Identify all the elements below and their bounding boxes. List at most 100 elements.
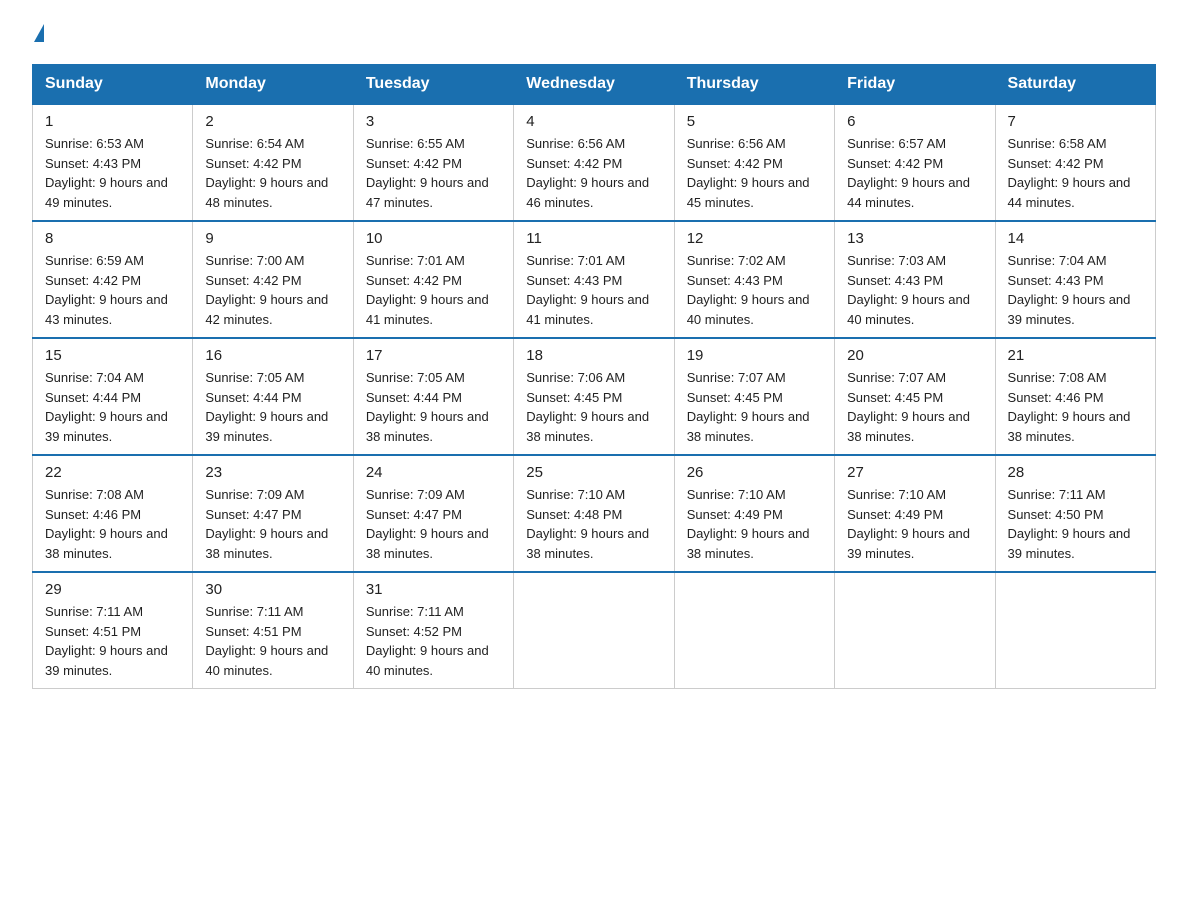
day-number: 17 bbox=[366, 347, 501, 364]
day-info: Sunrise: 6:58 AMSunset: 4:42 PMDaylight:… bbox=[1008, 134, 1143, 212]
calendar-cell bbox=[674, 572, 834, 689]
calendar-week-row: 15 Sunrise: 7:04 AMSunset: 4:44 PMDayligh… bbox=[33, 338, 1156, 455]
day-info: Sunrise: 7:00 AMSunset: 4:42 PMDaylight:… bbox=[205, 251, 340, 329]
calendar-cell: 29 Sunrise: 7:11 AMSunset: 4:51 PMDayligh… bbox=[33, 572, 193, 689]
day-info: Sunrise: 7:07 AMSunset: 4:45 PMDaylight:… bbox=[687, 368, 822, 446]
calendar-week-row: 8 Sunrise: 6:59 AMSunset: 4:42 PMDaylight… bbox=[33, 221, 1156, 338]
day-number: 27 bbox=[847, 464, 982, 481]
day-number: 14 bbox=[1008, 230, 1143, 247]
calendar-header-friday: Friday bbox=[835, 65, 995, 105]
day-info: Sunrise: 7:10 AMSunset: 4:49 PMDaylight:… bbox=[687, 485, 822, 563]
day-info: Sunrise: 7:03 AMSunset: 4:43 PMDaylight:… bbox=[847, 251, 982, 329]
calendar-cell: 20 Sunrise: 7:07 AMSunset: 4:45 PMDayligh… bbox=[835, 338, 995, 455]
day-info: Sunrise: 7:11 AMSunset: 4:51 PMDaylight:… bbox=[205, 602, 340, 680]
day-number: 26 bbox=[687, 464, 822, 481]
calendar-cell: 21 Sunrise: 7:08 AMSunset: 4:46 PMDayligh… bbox=[995, 338, 1155, 455]
day-info: Sunrise: 7:11 AMSunset: 4:51 PMDaylight:… bbox=[45, 602, 180, 680]
calendar-cell: 8 Sunrise: 6:59 AMSunset: 4:42 PMDaylight… bbox=[33, 221, 193, 338]
day-number: 28 bbox=[1008, 464, 1143, 481]
day-number: 7 bbox=[1008, 113, 1143, 130]
day-number: 21 bbox=[1008, 347, 1143, 364]
day-info: Sunrise: 7:05 AMSunset: 4:44 PMDaylight:… bbox=[205, 368, 340, 446]
calendar-header: SundayMondayTuesdayWednesdayThursdayFrid… bbox=[33, 65, 1156, 105]
calendar-cell: 26 Sunrise: 7:10 AMSunset: 4:49 PMDayligh… bbox=[674, 455, 834, 572]
day-info: Sunrise: 7:07 AMSunset: 4:45 PMDaylight:… bbox=[847, 368, 982, 446]
calendar-cell: 14 Sunrise: 7:04 AMSunset: 4:43 PMDayligh… bbox=[995, 221, 1155, 338]
calendar-cell: 16Sunrise: 7:05 AMSunset: 4:44 PMDayligh… bbox=[193, 338, 353, 455]
day-info: Sunrise: 6:56 AMSunset: 4:42 PMDaylight:… bbox=[687, 134, 822, 212]
calendar-cell: 11 Sunrise: 7:01 AMSunset: 4:43 PMDayligh… bbox=[514, 221, 674, 338]
day-info: Sunrise: 7:09 AMSunset: 4:47 PMDaylight:… bbox=[366, 485, 501, 563]
calendar-week-row: 1 Sunrise: 6:53 AMSunset: 4:43 PMDaylight… bbox=[33, 104, 1156, 221]
day-info: Sunrise: 7:05 AMSunset: 4:44 PMDaylight:… bbox=[366, 368, 501, 446]
calendar-cell: 2Sunrise: 6:54 AMSunset: 4:42 PMDaylight… bbox=[193, 104, 353, 221]
calendar-cell: 17 Sunrise: 7:05 AMSunset: 4:44 PMDayligh… bbox=[353, 338, 513, 455]
day-info: Sunrise: 7:04 AMSunset: 4:43 PMDaylight:… bbox=[1008, 251, 1143, 329]
calendar-cell bbox=[995, 572, 1155, 689]
day-info: Sunrise: 7:06 AMSunset: 4:45 PMDaylight:… bbox=[526, 368, 661, 446]
day-number: 15 bbox=[45, 347, 180, 364]
calendar-header-sunday: Sunday bbox=[33, 65, 193, 105]
calendar-cell: 22 Sunrise: 7:08 AMSunset: 4:46 PMDayligh… bbox=[33, 455, 193, 572]
calendar-cell bbox=[514, 572, 674, 689]
logo bbox=[32, 24, 44, 46]
day-number: 23 bbox=[205, 464, 340, 481]
calendar-cell: 6 Sunrise: 6:57 AMSunset: 4:42 PMDaylight… bbox=[835, 104, 995, 221]
calendar-cell: 5 Sunrise: 6:56 AMSunset: 4:42 PMDaylight… bbox=[674, 104, 834, 221]
calendar-cell: 28 Sunrise: 7:11 AMSunset: 4:50 PMDayligh… bbox=[995, 455, 1155, 572]
day-number: 4 bbox=[526, 113, 661, 130]
day-number: 9 bbox=[205, 230, 340, 247]
day-number: 22 bbox=[45, 464, 180, 481]
calendar-header-saturday: Saturday bbox=[995, 65, 1155, 105]
day-number: 30 bbox=[205, 581, 340, 598]
calendar-body: 1 Sunrise: 6:53 AMSunset: 4:43 PMDaylight… bbox=[33, 104, 1156, 689]
calendar-cell bbox=[835, 572, 995, 689]
day-number: 8 bbox=[45, 230, 180, 247]
day-info: Sunrise: 6:59 AMSunset: 4:42 PMDaylight:… bbox=[45, 251, 180, 329]
day-number: 18 bbox=[526, 347, 661, 364]
day-number: 5 bbox=[687, 113, 822, 130]
calendar-cell: 27Sunrise: 7:10 AMSunset: 4:49 PMDayligh… bbox=[835, 455, 995, 572]
day-info: Sunrise: 7:10 AMSunset: 4:48 PMDaylight:… bbox=[526, 485, 661, 563]
day-number: 31 bbox=[366, 581, 501, 598]
day-info: Sunrise: 7:08 AMSunset: 4:46 PMDaylight:… bbox=[45, 485, 180, 563]
calendar-cell: 24 Sunrise: 7:09 AMSunset: 4:47 PMDayligh… bbox=[353, 455, 513, 572]
calendar-cell: 31 Sunrise: 7:11 AMSunset: 4:52 PMDayligh… bbox=[353, 572, 513, 689]
day-info: Sunrise: 6:53 AMSunset: 4:43 PMDaylight:… bbox=[45, 134, 180, 212]
day-number: 24 bbox=[366, 464, 501, 481]
day-info: Sunrise: 7:01 AMSunset: 4:43 PMDaylight:… bbox=[526, 251, 661, 329]
calendar-cell: 15 Sunrise: 7:04 AMSunset: 4:44 PMDayligh… bbox=[33, 338, 193, 455]
logo-triangle-icon bbox=[34, 24, 44, 42]
calendar-header-monday: Monday bbox=[193, 65, 353, 105]
day-info: Sunrise: 7:09 AMSunset: 4:47 PMDaylight:… bbox=[205, 485, 340, 563]
day-info: Sunrise: 7:08 AMSunset: 4:46 PMDaylight:… bbox=[1008, 368, 1143, 446]
calendar-table: SundayMondayTuesdayWednesdayThursdayFrid… bbox=[32, 64, 1156, 689]
day-info: Sunrise: 6:56 AMSunset: 4:42 PMDaylight:… bbox=[526, 134, 661, 212]
calendar-cell: 10 Sunrise: 7:01 AMSunset: 4:42 PMDayligh… bbox=[353, 221, 513, 338]
calendar-cell: 7 Sunrise: 6:58 AMSunset: 4:42 PMDaylight… bbox=[995, 104, 1155, 221]
day-number: 19 bbox=[687, 347, 822, 364]
day-info: Sunrise: 7:11 AMSunset: 4:50 PMDaylight:… bbox=[1008, 485, 1143, 563]
day-number: 1 bbox=[45, 113, 180, 130]
day-number: 11 bbox=[526, 230, 661, 247]
day-number: 25 bbox=[526, 464, 661, 481]
calendar-cell: 18 Sunrise: 7:06 AMSunset: 4:45 PMDayligh… bbox=[514, 338, 674, 455]
calendar-cell: 30 Sunrise: 7:11 AMSunset: 4:51 PMDayligh… bbox=[193, 572, 353, 689]
calendar-cell: 13 Sunrise: 7:03 AMSunset: 4:43 PMDayligh… bbox=[835, 221, 995, 338]
day-info: Sunrise: 7:11 AMSunset: 4:52 PMDaylight:… bbox=[366, 602, 501, 680]
day-number: 6 bbox=[847, 113, 982, 130]
calendar-cell: 19 Sunrise: 7:07 AMSunset: 4:45 PMDayligh… bbox=[674, 338, 834, 455]
calendar-header-tuesday: Tuesday bbox=[353, 65, 513, 105]
calendar-cell: 12Sunrise: 7:02 AMSunset: 4:43 PMDayligh… bbox=[674, 221, 834, 338]
header bbox=[32, 24, 1156, 46]
day-number: 13 bbox=[847, 230, 982, 247]
day-number: 29 bbox=[45, 581, 180, 598]
day-info: Sunrise: 6:57 AMSunset: 4:42 PMDaylight:… bbox=[847, 134, 982, 212]
day-info: Sunrise: 7:04 AMSunset: 4:44 PMDaylight:… bbox=[45, 368, 180, 446]
calendar-cell: 4 Sunrise: 6:56 AMSunset: 4:42 PMDaylight… bbox=[514, 104, 674, 221]
day-number: 20 bbox=[847, 347, 982, 364]
day-number: 10 bbox=[366, 230, 501, 247]
day-number: 12 bbox=[687, 230, 822, 247]
day-info: Sunrise: 7:01 AMSunset: 4:42 PMDaylight:… bbox=[366, 251, 501, 329]
calendar-cell: 3Sunrise: 6:55 AMSunset: 4:42 PMDaylight… bbox=[353, 104, 513, 221]
